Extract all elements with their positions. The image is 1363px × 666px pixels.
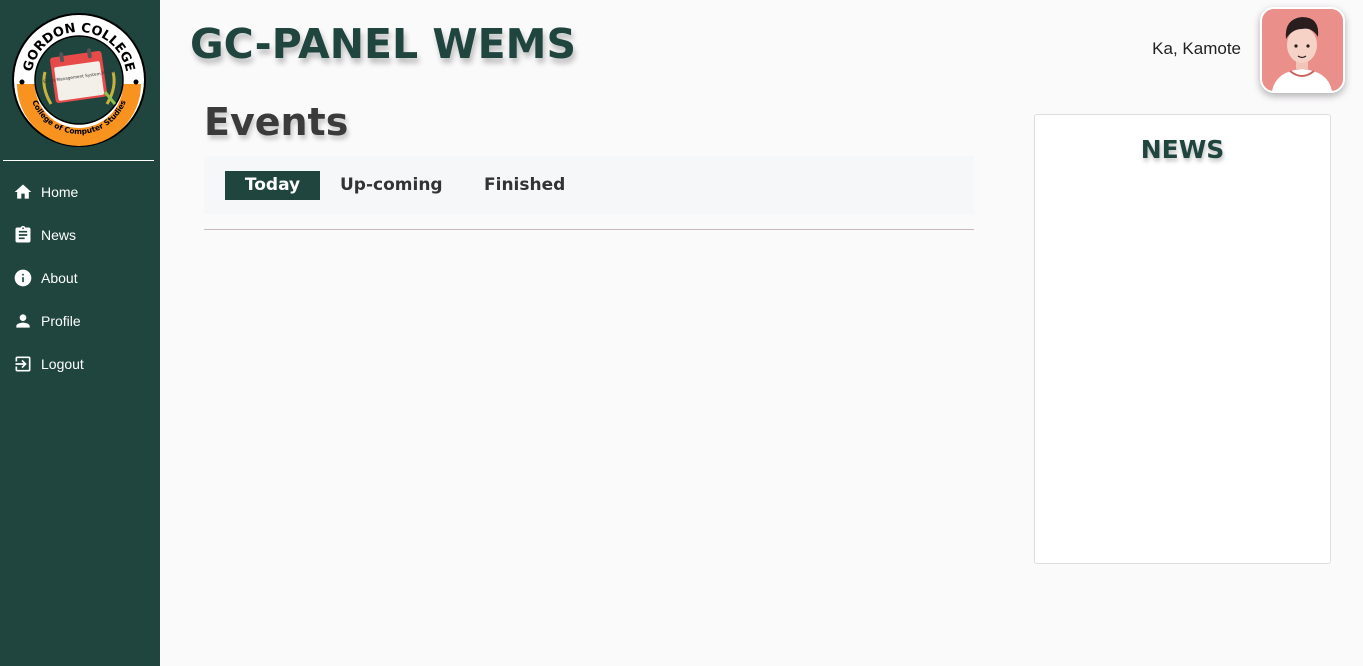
tab-finished[interactable]: Finished	[484, 171, 565, 200]
news-panel: NEWS	[1034, 114, 1331, 564]
app-title: GC-PANEL WEMS	[190, 20, 576, 68]
sidebar-divider	[3, 160, 154, 161]
news-title: NEWS	[1140, 135, 1225, 164]
sidebar-item-label: Profile	[41, 312, 81, 329]
avatar[interactable]	[1260, 7, 1345, 93]
sidebar-item-label: About	[41, 269, 78, 286]
sidebar-item-label: Home	[41, 183, 79, 200]
sidebar-item-about[interactable]: About	[0, 256, 160, 299]
person-icon	[13, 311, 33, 331]
tabs-divider	[204, 229, 974, 230]
tab-upcoming[interactable]: Up-coming	[340, 171, 443, 200]
sidebar-item-profile[interactable]: Profile	[0, 299, 160, 342]
clipboard-icon	[13, 225, 33, 245]
sidebar-item-logout[interactable]: Logout	[0, 342, 160, 385]
events-tabs: Today Up-coming Finished	[204, 156, 974, 214]
sidebar-item-news[interactable]: News	[0, 213, 160, 256]
user-name: Ka, Kamote	[1152, 39, 1241, 58]
home-icon	[13, 182, 33, 202]
tab-today[interactable]: Today	[225, 171, 320, 200]
gordon-college-logo[interactable]: GORDON COLLEGE College of Computer Studi…	[11, 12, 147, 148]
sidebar-item-label: Logout	[41, 355, 84, 372]
page-title: Events	[204, 100, 349, 144]
sidebar-item-home[interactable]: Home	[0, 170, 160, 213]
info-icon	[13, 268, 33, 288]
sidebar-item-label: News	[41, 226, 77, 243]
logout-icon	[13, 354, 33, 374]
sidebar-nav: Home News About Profile Logout	[0, 170, 160, 385]
sidebar: GORDON COLLEGE College of Computer Studi…	[0, 0, 160, 666]
